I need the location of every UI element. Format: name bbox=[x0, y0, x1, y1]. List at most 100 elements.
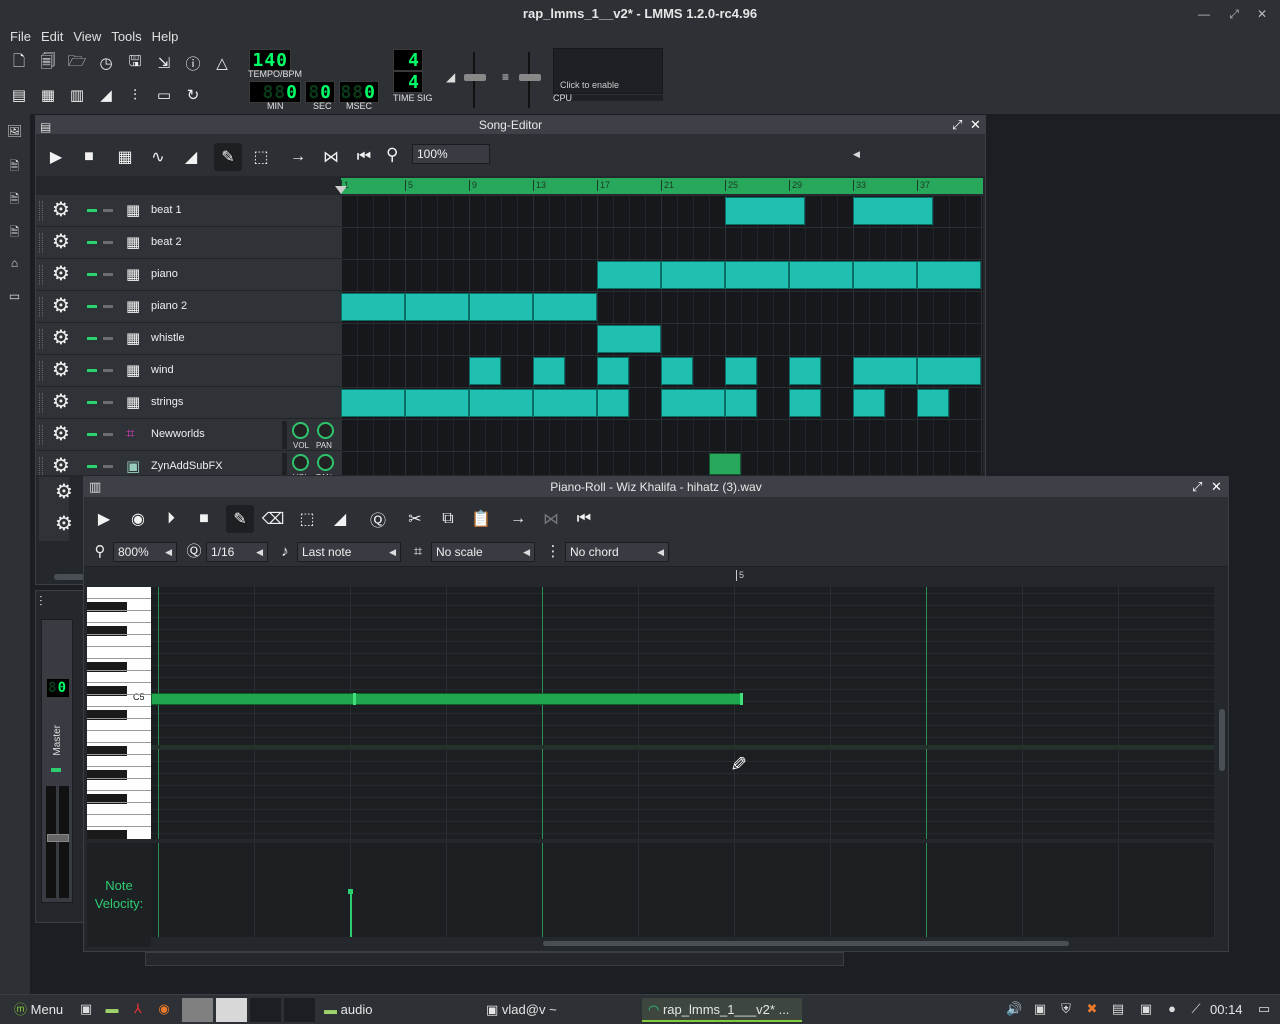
pdf-reader-icon[interactable]: ⅄ bbox=[130, 1001, 146, 1017]
solo-led[interactable] bbox=[103, 209, 113, 212]
clock[interactable]: 00:14 bbox=[1206, 998, 1246, 1022]
timesig-denominator[interactable]: 4 bbox=[393, 71, 423, 93]
open-project-icon[interactable]: 🗁 bbox=[65, 51, 89, 75]
solo-led[interactable] bbox=[103, 305, 113, 308]
song-timeline[interactable]: 1 5 9 13 17 21 25 29 33 37 bbox=[341, 178, 983, 194]
stop-button[interactable]: ■ bbox=[190, 505, 218, 533]
draw-mode-button[interactable]: ✎ bbox=[214, 143, 242, 171]
pattern-block[interactable] bbox=[917, 261, 981, 289]
mute-led[interactable] bbox=[87, 401, 97, 404]
maximize-icon[interactable]: ⤢ bbox=[1226, 0, 1242, 28]
solo-led[interactable] bbox=[103, 241, 113, 244]
solo-led[interactable] bbox=[103, 337, 113, 340]
play-button[interactable]: ▶ bbox=[90, 505, 118, 533]
start-menu-button[interactable]: ⓜ Menu bbox=[8, 998, 68, 1022]
gear-icon[interactable]: ⚙ bbox=[52, 263, 70, 285]
pattern-block[interactable] bbox=[661, 389, 725, 417]
pattern-block[interactable] bbox=[789, 261, 853, 289]
terminal-icon[interactable]: ▣ bbox=[78, 1001, 94, 1017]
maximize-icon[interactable]: ⤢ bbox=[952, 116, 962, 134]
drag-handle[interactable] bbox=[39, 329, 43, 349]
cut-button[interactable]: ✂ bbox=[401, 505, 429, 533]
drag-handle[interactable] bbox=[39, 297, 43, 317]
zoom-select[interactable]: 100% ◀ bbox=[412, 144, 860, 164]
gear-icon[interactable]: ⚙ bbox=[55, 481, 73, 503]
chord-select[interactable]: No chord ◀ bbox=[565, 542, 669, 562]
menu-help[interactable]: Help bbox=[147, 28, 184, 45]
pattern-block[interactable] bbox=[469, 389, 533, 417]
project-notes-icon[interactable]: ▭ bbox=[152, 83, 176, 107]
note-length-select[interactable]: Last note ◀ bbox=[297, 542, 401, 562]
volume-knob[interactable] bbox=[292, 454, 309, 471]
save-icon[interactable]: 🖫 bbox=[123, 51, 147, 75]
gear-icon[interactable]: ⚙ bbox=[52, 359, 70, 381]
edit-mode-button[interactable]: ⬚ bbox=[247, 143, 275, 171]
update-manager-icon[interactable]: ▣ bbox=[1032, 1001, 1048, 1017]
pattern-block[interactable] bbox=[853, 357, 917, 385]
add-automation-track-button[interactable]: ◢ bbox=[177, 143, 205, 171]
scrollbar-thumb[interactable] bbox=[543, 941, 1069, 946]
instrument-plugins-icon[interactable]: 🖼 bbox=[6, 124, 23, 139]
pattern-block[interactable] bbox=[789, 389, 821, 417]
record-while-playing-button[interactable]: ⏵ bbox=[157, 505, 185, 533]
paste-button[interactable]: 📋 bbox=[467, 505, 495, 533]
play-button[interactable]: ▶ bbox=[42, 143, 70, 171]
note-resize-handle[interactable] bbox=[353, 693, 356, 705]
stop-behaviour-button[interactable]: ⏮ bbox=[570, 505, 598, 533]
new-project-icon[interactable]: 🗋 bbox=[7, 51, 31, 75]
my-home-icon[interactable]: ⌂ bbox=[6, 256, 23, 271]
master-volume-slider[interactable] bbox=[464, 74, 486, 81]
my-samples-icon[interactable]: 🗎 bbox=[6, 190, 23, 206]
note-grid[interactable] bbox=[151, 587, 1214, 839]
add-beat-bassline-button[interactable]: ▦ bbox=[111, 143, 139, 171]
pan-knob[interactable] bbox=[317, 422, 334, 439]
loop-points-button[interactable]: ⋈ bbox=[317, 143, 345, 171]
pattern-block[interactable] bbox=[725, 261, 789, 289]
drag-handle[interactable] bbox=[39, 425, 43, 445]
root-directory-icon[interactable]: ▭ bbox=[6, 289, 23, 304]
pattern-block[interactable] bbox=[853, 261, 917, 289]
gear-icon[interactable]: ⚙ bbox=[52, 295, 70, 317]
gear-icon[interactable]: ⚙ bbox=[52, 423, 70, 445]
mute-led[interactable] bbox=[87, 209, 97, 212]
solo-led[interactable] bbox=[103, 465, 113, 468]
pan-knob[interactable] bbox=[317, 454, 334, 471]
firefox-icon[interactable]: ◉ bbox=[156, 1001, 172, 1017]
user-icon[interactable]: ● bbox=[1164, 1001, 1180, 1017]
pattern-block[interactable] bbox=[725, 357, 757, 385]
velocity-bar[interactable] bbox=[350, 891, 352, 937]
mute-led[interactable] bbox=[87, 369, 97, 372]
volume-knob[interactable] bbox=[292, 422, 309, 439]
mute-led[interactable] bbox=[87, 465, 97, 468]
gear-icon[interactable]: ⚙ bbox=[55, 513, 73, 535]
copy-button[interactable]: ⧉ bbox=[434, 505, 462, 533]
pattern-block[interactable] bbox=[469, 293, 533, 321]
pattern-block[interactable] bbox=[533, 357, 565, 385]
fx-mixer-icon[interactable]: ⫶ bbox=[123, 83, 147, 107]
files-icon[interactable]: ▬ bbox=[104, 1001, 120, 1017]
metronome-icon[interactable]: △ bbox=[210, 51, 234, 75]
recent-projects-icon[interactable]: ◷ bbox=[94, 51, 118, 75]
mute-led[interactable] bbox=[87, 241, 97, 244]
horizontal-scrollbar[interactable] bbox=[54, 574, 84, 580]
stop-button[interactable]: ■ bbox=[75, 143, 103, 171]
song-editor-icon[interactable]: ▤ bbox=[7, 83, 31, 107]
pattern-block[interactable] bbox=[853, 389, 885, 417]
pattern-block[interactable] bbox=[341, 389, 405, 417]
drag-handle[interactable] bbox=[39, 233, 43, 253]
new-from-template-icon[interactable]: 🗐 bbox=[36, 51, 60, 75]
pattern-block[interactable] bbox=[533, 389, 597, 417]
instrument-clip[interactable] bbox=[709, 453, 741, 475]
drag-handle[interactable] bbox=[39, 393, 43, 413]
my-presets-icon[interactable]: 🗎 bbox=[6, 223, 23, 239]
gear-icon[interactable]: ⚙ bbox=[52, 391, 70, 413]
minimize-icon[interactable]: — bbox=[1196, 0, 1212, 28]
drag-handle[interactable] bbox=[39, 361, 43, 381]
mute-led[interactable] bbox=[51, 768, 61, 772]
close-icon[interactable]: ✕ bbox=[970, 116, 981, 134]
close-icon[interactable]: ✕ bbox=[1211, 477, 1222, 497]
show-desktop-icon[interactable]: ▭ bbox=[1256, 1001, 1272, 1017]
add-sample-track-button[interactable]: ∿ bbox=[144, 143, 172, 171]
scrollbar-thumb[interactable] bbox=[1219, 709, 1225, 771]
mute-led[interactable] bbox=[87, 305, 97, 308]
